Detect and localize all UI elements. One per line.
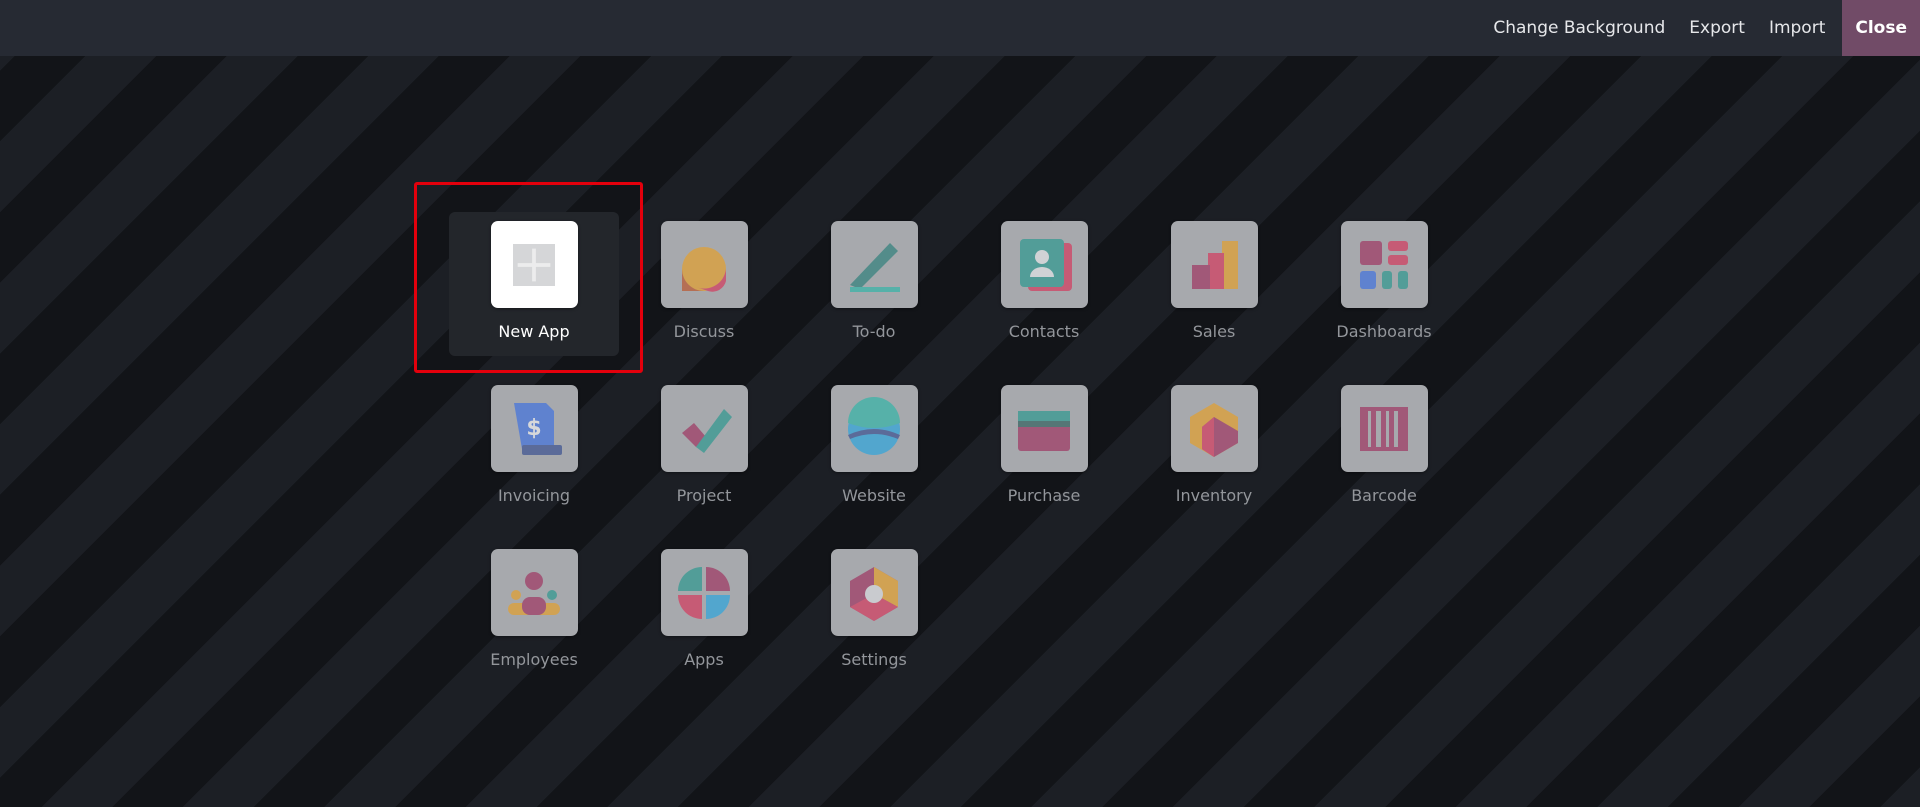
app-icon-box: [660, 549, 748, 636]
app-label: Dashboards: [1336, 322, 1432, 341]
app-label: Settings: [841, 650, 907, 669]
app-tile-inventory[interactable]: Inventory: [1129, 376, 1299, 520]
app-tile-dashboards[interactable]: Dashboards: [1299, 212, 1469, 356]
todo-icon: [850, 242, 900, 292]
app-tile-contacts[interactable]: Contacts: [959, 212, 1129, 356]
website-icon: [848, 396, 900, 455]
app-label: Apps: [684, 650, 724, 669]
settings-icon: [850, 566, 898, 621]
apps-icon: [678, 566, 730, 619]
app-icon-box: [1000, 221, 1088, 308]
svg-text:$: $: [526, 416, 541, 441]
invoicing-icon: $: [514, 402, 562, 455]
app-label: Sales: [1192, 322, 1236, 341]
app-icon-box: [660, 385, 748, 472]
project-icon: [682, 408, 732, 453]
app-tile-sales[interactable]: Sales: [1129, 212, 1299, 356]
app-icon-box: [1000, 385, 1088, 472]
app-tile-todo[interactable]: To-do: [789, 212, 959, 356]
app-label: Employees: [490, 650, 578, 669]
sales-icon: [1192, 240, 1238, 289]
app-label: Purchase: [1007, 486, 1081, 505]
app-tile-barcode[interactable]: Barcode: [1299, 376, 1469, 520]
discuss-icon: [682, 246, 726, 292]
purchase-icon: [1018, 410, 1070, 451]
app-icon-box: [830, 221, 918, 308]
studio-navbar: Change Background Export Import Close: [0, 0, 1920, 56]
app-icon-box: [1170, 385, 1258, 472]
app-label: Barcode: [1351, 486, 1417, 505]
app-icon-box: [1170, 221, 1258, 308]
change-background-button[interactable]: Change Background: [1481, 0, 1677, 56]
app-label: To-do: [852, 322, 896, 341]
app-label: Website: [842, 486, 906, 505]
app-icon-box: [830, 549, 918, 636]
app-label: Discuss: [673, 322, 735, 341]
contacts-icon: [1020, 238, 1072, 291]
app-icon-box: [660, 221, 748, 308]
app-tile-apps[interactable]: Apps: [619, 540, 789, 684]
barcode-icon: [1360, 406, 1408, 451]
app-icon-box: [490, 549, 578, 636]
app-tile-website[interactable]: Website: [789, 376, 959, 520]
app-label: Inventory: [1175, 486, 1253, 505]
app-tile-invoicing[interactable]: $ Invoicing: [449, 376, 619, 520]
app-icon-box: [1340, 221, 1428, 308]
app-icon-box: [830, 385, 918, 472]
app-tile-purchase[interactable]: Purchase: [959, 376, 1129, 520]
app-tile-discuss[interactable]: Discuss: [619, 212, 789, 356]
dashboards-icon: [1360, 240, 1408, 289]
app-icon-box: $: [490, 385, 578, 472]
inventory-icon: [1190, 402, 1238, 457]
app-tile-project[interactable]: Project: [619, 376, 789, 520]
employees-icon: [508, 571, 560, 615]
highlight-box: [414, 182, 643, 373]
app-tile-employees[interactable]: Employees: [449, 540, 619, 684]
close-button[interactable]: Close: [1842, 0, 1920, 56]
app-label: Contacts: [1008, 322, 1080, 341]
app-tile-settings[interactable]: Settings: [789, 540, 959, 684]
app-icon-box: [1340, 385, 1428, 472]
export-button[interactable]: Export: [1677, 0, 1757, 56]
app-label: Invoicing: [497, 486, 571, 505]
import-button[interactable]: Import: [1757, 0, 1837, 56]
app-label: Project: [676, 486, 732, 505]
